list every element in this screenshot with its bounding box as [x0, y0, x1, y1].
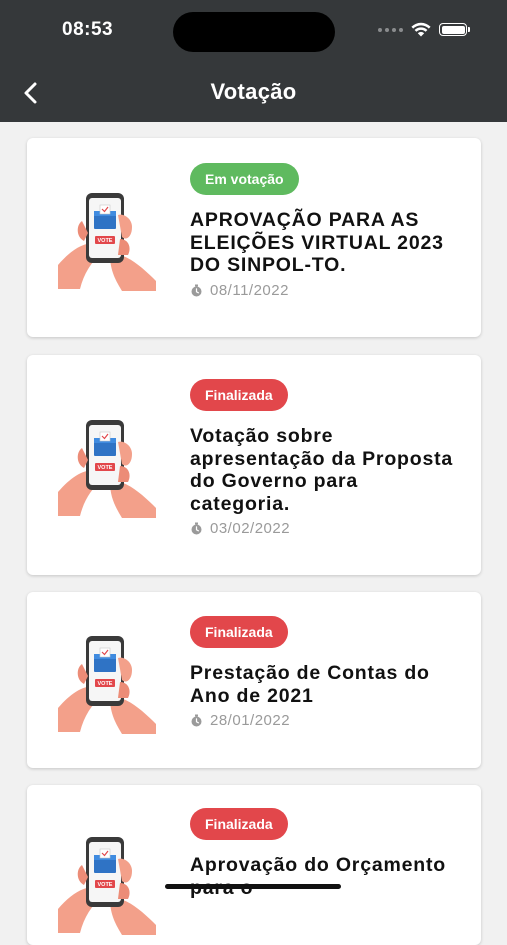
svg-text:VOTE: VOTE — [98, 465, 113, 471]
vote-thumbnail: VOTE — [52, 624, 164, 736]
wifi-icon — [411, 22, 431, 37]
vote-info: Finalizada Prestação de Contas do Ano de… — [190, 616, 460, 729]
page-title: Votação — [210, 79, 297, 104]
home-indicator — [165, 884, 341, 889]
camera-notch — [173, 12, 335, 52]
vote-info: Em votação APROVAÇÃO PARA AS ELEIÇÕES VI… — [190, 163, 460, 299]
vote-phone-illustration: VOTE — [52, 181, 164, 293]
stopwatch-icon — [191, 284, 202, 296]
vote-date: 03/02/2022 — [210, 520, 291, 537]
vote-phone-illustration: VOTE — [52, 624, 164, 736]
stopwatch-icon — [191, 714, 202, 727]
vote-thumbnail: VOTE — [52, 825, 164, 937]
status-badge: Finalizada — [190, 616, 288, 648]
status-badge: Finalizada — [190, 808, 288, 840]
app-header: 08:53 Votação — [0, 0, 507, 122]
svg-text:VOTE: VOTE — [98, 882, 113, 888]
vote-date-row: 08/11/2022 — [190, 282, 460, 299]
vote-thumbnail: VOTE — [52, 408, 164, 520]
vote-info: Finalizada Votação sobre apresentação da… — [190, 379, 460, 537]
vote-phone-illustration: VOTE — [52, 408, 164, 520]
vote-title: Prestação de Contas do Ano de 2021 — [190, 662, 430, 707]
vote-phone-illustration: VOTE — [52, 825, 164, 937]
vote-date: 28/01/2022 — [210, 712, 291, 729]
vote-title: Votação sobre apresentação da Proposta d… — [190, 425, 454, 515]
vote-card[interactable]: VOTE Finalizada Aprovação do Orçamento p… — [27, 785, 481, 945]
battery-icon — [439, 23, 470, 36]
vote-thumbnail: VOTE — [52, 181, 164, 293]
vote-card[interactable]: VOTE Finalizada Prestação de Contas do A… — [27, 592, 481, 768]
status-icons — [378, 22, 470, 37]
vote-date: 08/11/2022 — [210, 281, 289, 299]
status-time: 08:53 — [62, 19, 114, 40]
vote-card[interactable]: VOTE Em votação APROVAÇÃO PARA AS ELEIÇÕ… — [27, 138, 481, 337]
vote-card[interactable]: VOTE Finalizada Votação sobre apresentaç… — [27, 355, 481, 575]
status-badge: Finalizada — [190, 379, 288, 411]
vote-title: APROVAÇÃO PARA AS ELEIÇÕES VIRTUAL 2023 … — [190, 209, 444, 276]
status-badge: Em votação — [190, 163, 299, 195]
stopwatch-icon — [191, 522, 202, 535]
svg-text:VOTE: VOTE — [98, 238, 113, 244]
signal-icon — [378, 27, 403, 32]
vote-date-row: 03/02/2022 — [190, 520, 460, 537]
vote-date-row: 28/01/2022 — [190, 712, 460, 729]
vote-title: Aprovação do Orçamento para o — [190, 854, 446, 899]
svg-text:VOTE: VOTE — [98, 681, 113, 687]
